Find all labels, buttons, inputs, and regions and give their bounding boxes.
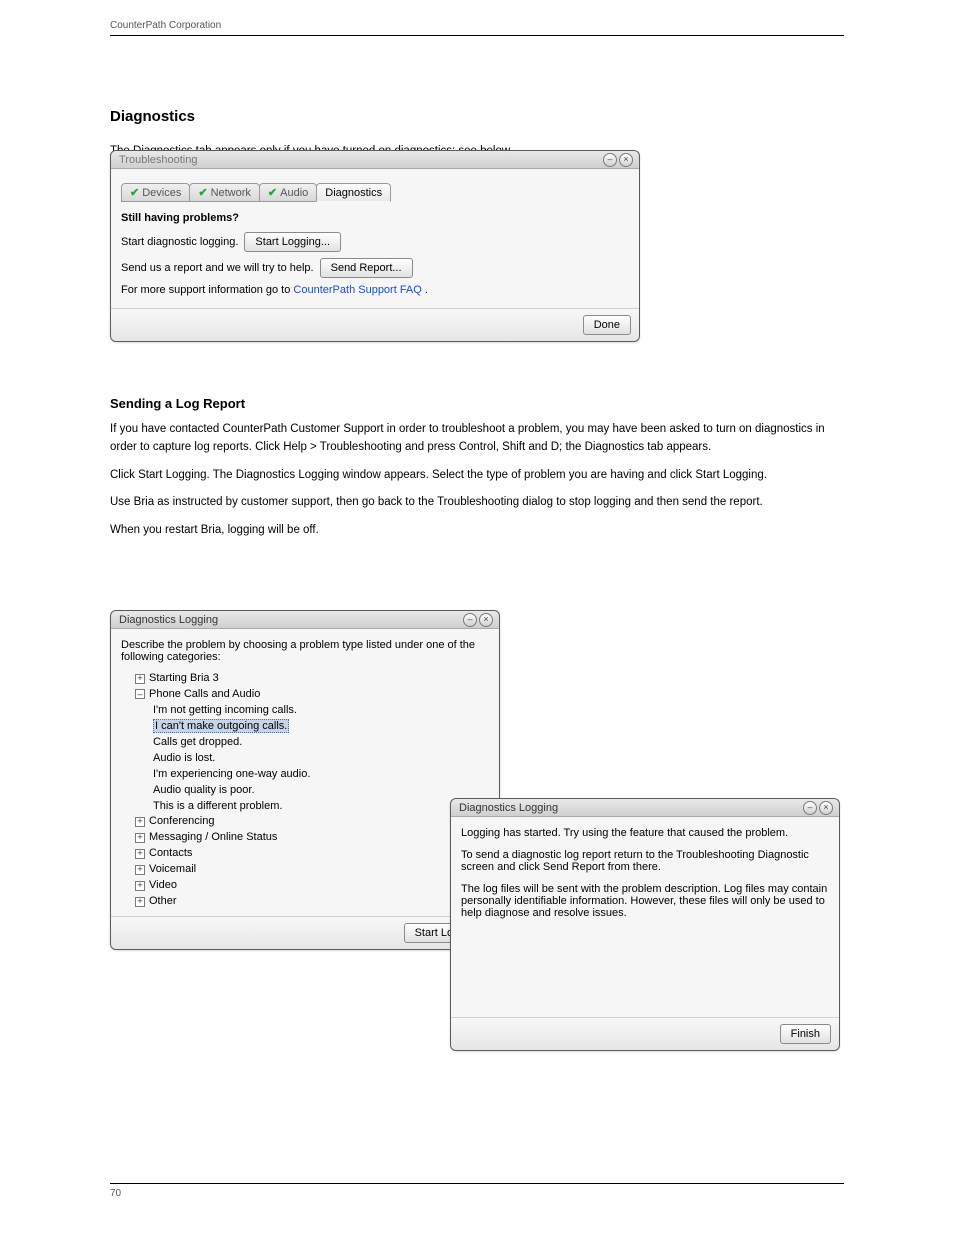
tree-node-phone[interactable]: Phone Calls and Audio <box>149 688 260 700</box>
check-icon: ✔ <box>198 186 207 199</box>
close-icon[interactable]: × <box>479 613 493 627</box>
finish-button[interactable]: Finish <box>780 1024 831 1044</box>
expand-icon[interactable]: + <box>135 833 145 843</box>
tree-item[interactable]: I'm experiencing one-way audio. <box>153 767 489 783</box>
section-title: Diagnostics <box>110 108 840 125</box>
paragraph-2b: Start Logging <box>138 469 206 481</box>
tab-diagnostics[interactable]: Diagnostics <box>316 183 391 202</box>
page-number: 70 <box>110 1188 121 1199</box>
tree-item-selected[interactable]: I can't make outgoing calls. <box>153 719 289 733</box>
paragraph-2: Click Start Logging. The Diagnostics Log… <box>110 467 840 485</box>
line-report-text: Send us a report and we will try to help… <box>121 262 314 274</box>
tree-item[interactable]: Audio quality is poor. <box>153 783 489 799</box>
tree-node-starting[interactable]: Starting Bria 3 <box>149 672 219 684</box>
diagnostics-logging-window: Diagnostics Logging – × Describe the pro… <box>110 610 500 950</box>
troubleshooting-window: Troubleshooting – × ✔Devices ✔Network ✔A… <box>110 150 640 342</box>
diag-prompt: Describe the problem by choosing a probl… <box>121 639 489 663</box>
close-icon[interactable]: × <box>819 801 833 815</box>
window-title: Diagnostics Logging <box>459 802 558 814</box>
tree-node-voicemail[interactable]: Voicemail <box>149 863 196 875</box>
tab-network[interactable]: ✔ Network <box>189 183 260 202</box>
tree-node-other[interactable]: Other <box>149 895 177 907</box>
diag2-p1: Logging has started. Try using the featu… <box>461 827 829 839</box>
expand-icon[interactable]: + <box>135 881 145 891</box>
tab-network-label: Network <box>211 187 251 199</box>
problem-tree: +Starting Bria 3 –Phone Calls and Audio … <box>121 671 489 910</box>
line-faq-suffix: . <box>422 284 428 296</box>
expand-icon[interactable]: + <box>135 674 145 684</box>
paragraph-1: If you have contacted CounterPath Custom… <box>110 421 840 457</box>
tab-audio-label: Audio <box>280 187 308 199</box>
tree-node-contacts[interactable]: Contacts <box>149 847 192 859</box>
minimize-icon[interactable]: – <box>803 801 817 815</box>
window-titlebar: Troubleshooting – × <box>111 151 639 169</box>
tab-devices[interactable]: ✔Devices <box>121 183 190 202</box>
diagnostics-logging-result-window: Diagnostics Logging – × Logging has star… <box>450 798 840 1051</box>
done-button[interactable]: Done <box>583 315 631 335</box>
tree-node-video[interactable]: Video <box>149 879 177 891</box>
collapse-icon[interactable]: – <box>135 689 145 699</box>
header-left: CounterPath Corporation <box>110 20 221 31</box>
tab-devices-label: Devices <box>142 187 181 199</box>
expand-icon[interactable]: + <box>135 817 145 827</box>
tab-audio[interactable]: ✔Audio <box>259 183 317 202</box>
paragraph-4: When you restart Bria, logging will be o… <box>110 522 840 540</box>
expand-icon[interactable]: + <box>135 865 145 875</box>
check-icon: ✔ <box>268 186 277 199</box>
tree-node-conferencing[interactable]: Conferencing <box>149 815 214 827</box>
diag2-p3: The log files will be sent with the prob… <box>461 883 829 919</box>
panel-heading: Still having problems? <box>121 212 629 224</box>
header-rule <box>110 35 844 36</box>
line-logging-text: Start diagnostic logging. <box>121 236 238 248</box>
window-titlebar: Diagnostics Logging – × <box>111 611 499 629</box>
subsection-title: Sending a Log Report <box>110 396 840 411</box>
support-faq-link[interactable]: CounterPath Support FAQ <box>293 284 421 296</box>
paragraph-2a: Click <box>110 469 138 481</box>
tree-item[interactable]: I'm not getting incoming calls. <box>153 703 489 719</box>
tree-item[interactable]: Audio is lost. <box>153 751 489 767</box>
expand-icon[interactable]: + <box>135 849 145 859</box>
tree-node-messaging[interactable]: Messaging / Online Status <box>149 831 277 843</box>
start-logging-button[interactable]: Start Logging... <box>244 232 341 252</box>
page-header: CounterPath Corporation <box>110 20 844 31</box>
window-title: Diagnostics Logging <box>119 614 218 626</box>
tree-item[interactable]: This is a different problem. <box>153 799 489 815</box>
line-faq-prefix: For more support information go to <box>121 284 293 296</box>
paragraph-3: Use Bria as instructed by customer suppo… <box>110 494 840 512</box>
expand-icon[interactable]: + <box>135 897 145 907</box>
send-report-button[interactable]: Send Report... <box>320 258 413 278</box>
window-title: Troubleshooting <box>119 154 197 166</box>
check-icon: ✔ <box>130 186 139 199</box>
window-titlebar: Diagnostics Logging – × <box>451 799 839 817</box>
tab-strip: ✔Devices ✔Network ✔Audio Diagnostics <box>121 183 629 202</box>
minimize-icon[interactable]: – <box>603 153 617 167</box>
close-icon[interactable]: × <box>619 153 633 167</box>
tab-diagnostics-label: Diagnostics <box>325 187 382 199</box>
tree-item[interactable]: Calls get dropped. <box>153 735 489 751</box>
paragraph-2c: . The Diagnostics Logging window appears… <box>207 469 767 481</box>
page-footer: 70 <box>110 1183 844 1199</box>
minimize-icon[interactable]: – <box>463 613 477 627</box>
diag2-p2: To send a diagnostic log report return t… <box>461 849 829 873</box>
